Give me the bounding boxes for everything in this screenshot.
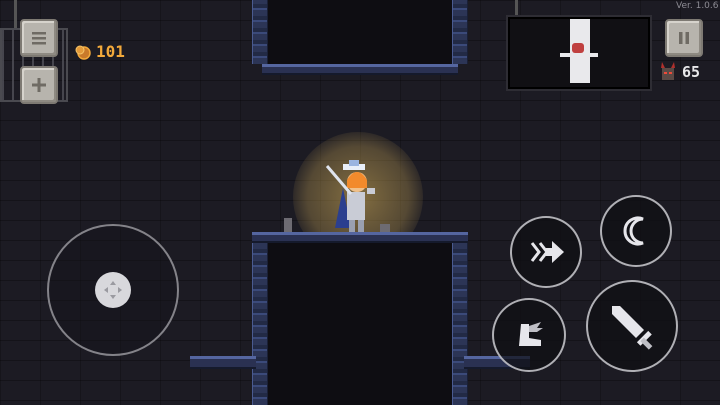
pause-icon <box>679 32 689 44</box>
dash-arrow-icon <box>530 241 564 263</box>
upper-shaft-floor-edge <box>262 64 458 73</box>
menu-button[interactable] <box>20 19 58 57</box>
crescent-icon <box>623 216 644 246</box>
virtual-joystick[interactable] <box>47 224 179 356</box>
demon-head-icon <box>661 62 675 80</box>
pillar-right-wall <box>452 238 468 405</box>
minimap-player-marker <box>572 43 584 53</box>
minimap <box>506 15 652 91</box>
menu-icon <box>32 32 46 45</box>
skill-button[interactable] <box>600 195 672 267</box>
coin-counter: 101 <box>74 42 125 61</box>
minimap-room <box>560 53 598 57</box>
add-button[interactable] <box>20 66 58 104</box>
sword-icon <box>612 306 653 350</box>
upper-shaft <box>262 0 458 72</box>
version-label: Ver. 1.0.6 <box>676 1 719 11</box>
coin-icon <box>75 45 91 60</box>
pillar-left-wall <box>252 238 268 405</box>
coin-count: 101 <box>96 42 125 61</box>
joystick-knob[interactable] <box>95 272 131 308</box>
game-scene: 101 Ver. 1.0.6 65 <box>0 0 720 405</box>
attack-button[interactable] <box>586 280 678 372</box>
jump-button[interactable] <box>492 298 566 372</box>
chain-left <box>14 0 17 30</box>
central-pillar <box>258 238 464 405</box>
kill-count: 65 <box>682 63 701 81</box>
plus-icon <box>32 78 46 92</box>
dash-button[interactable] <box>510 216 582 288</box>
upper-shaft-right-wall <box>452 0 468 64</box>
pause-button[interactable] <box>665 19 703 57</box>
player-knight <box>325 160 375 232</box>
winged-boot-icon <box>519 322 543 346</box>
kill-counter: 65 <box>660 62 700 82</box>
left-low-ledge <box>190 356 256 367</box>
upper-shaft-left-wall <box>252 0 268 64</box>
joystick-icon <box>104 281 122 299</box>
rubble <box>284 218 292 232</box>
